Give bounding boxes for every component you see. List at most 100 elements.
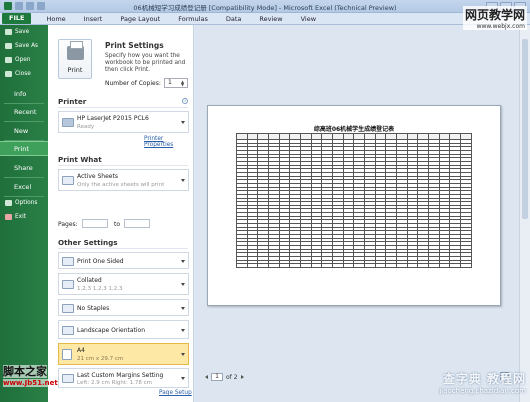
chevron-down-icon [181, 307, 185, 310]
table-cell [268, 263, 280, 268]
chevron-down-icon [181, 179, 185, 182]
copies-input[interactable]: 1 ▲ ▼ [164, 78, 188, 88]
table-cell [460, 263, 472, 268]
table-cell [257, 263, 270, 268]
collation-dropdown[interactable]: Collated 1,2,3 1,2,3 1,2,3 [58, 273, 189, 295]
page-total: of 2 [226, 373, 238, 381]
close-document-icon [5, 71, 12, 77]
chevron-down-icon [181, 377, 185, 380]
pages-to-input[interactable] [124, 219, 150, 228]
collated-icon [62, 280, 74, 289]
table-cell [321, 263, 334, 268]
sheet-grid [236, 133, 472, 268]
next-page-icon[interactable] [240, 375, 244, 379]
printer-icon [67, 41, 84, 60]
scrollbar-thumb[interactable] [522, 39, 528, 219]
nav-save-as[interactable]: Save As [0, 43, 48, 49]
info-icon[interactable]: i [182, 98, 188, 104]
nav-recent[interactable]: Recent [0, 105, 48, 119]
table-cell [278, 263, 291, 268]
nav-share[interactable]: Share [0, 161, 48, 175]
page-navigator: 1 of 2 [205, 373, 244, 381]
other-settings-heading: Other Settings [58, 238, 118, 247]
nav-close[interactable]: Close [0, 71, 48, 77]
table-row [236, 263, 472, 268]
window-title: 06机械短学习成绩登记册 [Compatibility Mode] - Micr… [133, 4, 397, 12]
landscape-icon [62, 326, 74, 335]
sheet-title: 综高班06机械学生成绩登记表 [313, 126, 395, 133]
table-cell [310, 263, 323, 268]
table-cell [406, 263, 419, 268]
table-cell [246, 263, 259, 268]
previous-page-icon[interactable] [205, 375, 208, 379]
print-button[interactable]: Print [58, 39, 92, 79]
nav-info[interactable]: Info [0, 87, 48, 101]
exit-icon [5, 214, 12, 220]
pages-from-input[interactable] [82, 219, 108, 228]
margins-icon [62, 374, 74, 383]
orientation-dropdown[interactable]: Landscape Orientation [58, 320, 189, 339]
print-description: Specify how you want the workbook to be … [105, 53, 186, 73]
save-icon [5, 29, 12, 35]
tab-data[interactable]: Data [217, 15, 251, 23]
preview-scrollbar[interactable] [519, 25, 530, 402]
save-as-icon [5, 43, 12, 49]
printer-icon [62, 118, 74, 127]
printer-heading: Printer [58, 97, 87, 106]
nav-open[interactable]: Open [0, 57, 48, 63]
folder-open-icon [5, 57, 12, 63]
staples-icon [62, 304, 74, 313]
tab-page-layout[interactable]: Page Layout [111, 15, 169, 23]
page-number-input[interactable]: 1 [211, 373, 223, 381]
printer-dropdown[interactable]: HP LaserJet P2015 PCL6 Ready [58, 111, 189, 133]
backstage-nav: Save Save As Open Close Info Recent New … [0, 25, 48, 402]
table-cell [428, 263, 440, 268]
pages-to-label: to [114, 221, 121, 228]
tab-formulas[interactable]: Formulas [169, 15, 217, 23]
nav-print[interactable]: Print [0, 141, 48, 156]
table-cell [449, 263, 462, 268]
table-cell [332, 263, 344, 268]
chevron-down-icon [181, 121, 185, 124]
title-bar: 06机械短学习成绩登记册 [Compatibility Mode] - Micr… [0, 0, 530, 13]
tab-insert[interactable]: Insert [75, 15, 112, 23]
copies-spinner-icon[interactable]: ▲ ▼ [181, 80, 186, 87]
page-setup-link[interactable]: Page Setup [159, 390, 192, 396]
pages-label: Pages: [58, 221, 78, 228]
print-settings-heading: Print Settings [105, 41, 164, 50]
nav-exit[interactable]: Exit [0, 214, 48, 220]
tab-file[interactable]: FILE [2, 13, 32, 24]
one-sided-icon [62, 257, 74, 266]
table-cell [396, 263, 408, 268]
print-what-heading: Print What [58, 155, 102, 164]
watermark-top-right: 网页教学网 www.webjx.com [462, 6, 527, 30]
sides-dropdown[interactable]: Print One Sided [58, 252, 189, 269]
copies-label: Number of Copies: [105, 80, 161, 87]
tab-review[interactable]: Review [250, 15, 291, 23]
margins-dropdown[interactable]: Last Custom Margins Setting Left: 2.9 cm… [58, 368, 189, 388]
nav-excel[interactable]: Excel [0, 180, 48, 194]
table-cell [300, 263, 312, 268]
print-what-dropdown[interactable]: Active Sheets Only the active sheets wil… [58, 169, 189, 191]
table-cell [385, 263, 398, 268]
nav-new[interactable]: New [0, 124, 48, 138]
grade-table [236, 133, 472, 268]
table-cell [417, 263, 430, 268]
paper-icon [62, 349, 72, 360]
table-cell [364, 263, 376, 268]
printer-properties-link[interactable]: Printer Properties [144, 136, 193, 148]
table-cell [236, 263, 248, 268]
chevron-down-icon [181, 353, 185, 356]
chevron-down-icon [181, 283, 185, 286]
tab-view[interactable]: View [292, 15, 325, 23]
preview-page: 综高班06机械学生成绩登记表 [207, 105, 501, 306]
paper-size-dropdown[interactable]: A4 21 cm x 29.7 cm [58, 343, 189, 365]
options-icon [5, 200, 12, 206]
table-cell [342, 263, 355, 268]
table-cell [289, 263, 302, 268]
nav-save[interactable]: Save [0, 29, 48, 35]
tab-home[interactable]: Home [37, 15, 74, 23]
staples-dropdown[interactable]: No Staples [58, 299, 189, 316]
sheet-icon [62, 176, 74, 185]
nav-options[interactable]: Options [0, 200, 48, 206]
